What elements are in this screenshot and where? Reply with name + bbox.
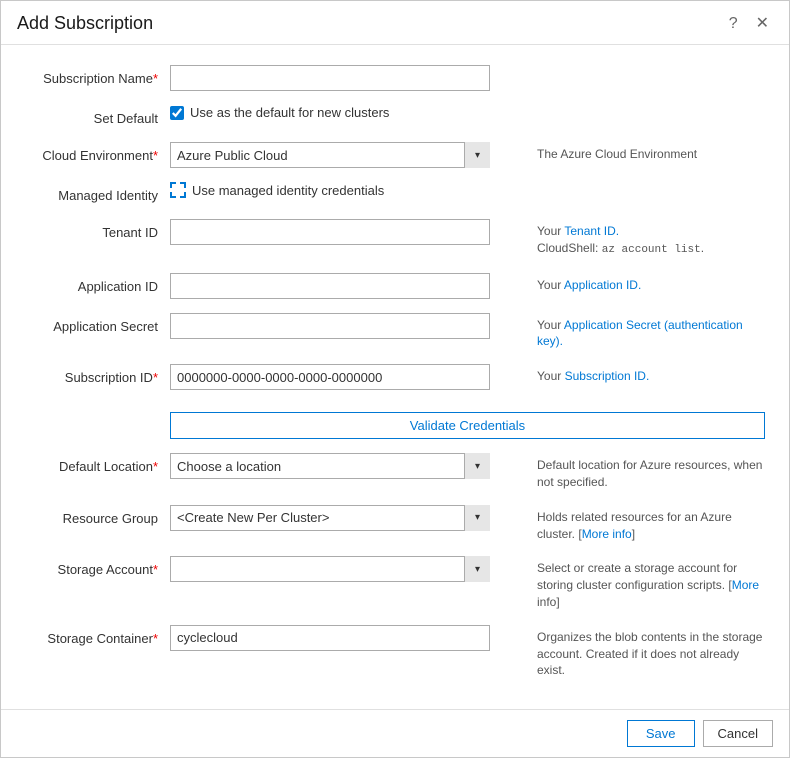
managed-identity-checkbox-label: Use managed identity credentials [192, 183, 384, 198]
subscription-name-row: Subscription Name* [25, 65, 765, 91]
dialog-body: Subscription Name* Set Default Use as th… [1, 45, 789, 709]
default-location-label: Default Location* [25, 453, 170, 476]
subscription-name-label: Subscription Name* [25, 65, 170, 88]
subscription-id-control [170, 364, 525, 390]
storage-account-control: ▾ [170, 556, 525, 582]
resource-group-select-wrapper: <Create New Per Cluster> ▾ [170, 505, 490, 531]
validate-credentials-row: Validate Credentials [25, 404, 765, 439]
storage-container-input[interactable] [170, 625, 490, 651]
tenant-id-input[interactable] [170, 219, 490, 245]
resource-group-hint-link[interactable]: More info [582, 527, 632, 541]
default-location-control: Choose a location East US West US North … [170, 453, 525, 479]
storage-container-hint: Organizes the blob contents in the stora… [525, 625, 765, 679]
application-secret-label: Application Secret [25, 313, 170, 336]
application-id-input[interactable] [170, 273, 490, 299]
storage-account-hint: Select or create a storage account for s… [525, 556, 765, 610]
managed-identity-control: Use managed identity credentials [170, 182, 765, 198]
cloud-environment-row: Cloud Environment* Azure Public Cloud Az… [25, 142, 765, 168]
application-secret-hint: Your Application Secret (authentication … [525, 313, 765, 351]
tenant-id-hint: Your Tenant ID. CloudShell: az account l… [525, 219, 765, 258]
validate-credentials-button[interactable]: Validate Credentials [170, 412, 765, 439]
storage-account-select-wrapper: ▾ [170, 556, 490, 582]
storage-container-label: Storage Container* [25, 625, 170, 648]
tenant-id-control [170, 219, 525, 245]
dialog-titlebar: Add Subscription ? ✕ [1, 1, 789, 45]
application-id-label: Application ID [25, 273, 170, 296]
cloud-environment-hint: The Azure Cloud Environment [525, 142, 765, 163]
cloud-environment-control: Azure Public Cloud Azure China Cloud Azu… [170, 142, 525, 168]
storage-account-label: Storage Account* [25, 556, 170, 579]
application-secret-hint-link[interactable]: Application Secret (authentication key). [537, 318, 743, 349]
managed-identity-row: Managed Identity Use managed identity cr… [25, 182, 765, 205]
resource-group-select[interactable]: <Create New Per Cluster> [170, 505, 490, 531]
resource-group-hint: Holds related resources for an Azure clu… [525, 505, 765, 543]
application-secret-control [170, 313, 525, 339]
application-id-control [170, 273, 525, 299]
resource-group-control: <Create New Per Cluster> ▾ [170, 505, 525, 531]
subscription-id-label: Subscription ID* [25, 364, 170, 387]
application-id-hint-link[interactable]: Application ID. [564, 278, 641, 292]
set-default-row: Set Default Use as the default for new c… [25, 105, 765, 128]
set-default-checkbox-label: Use as the default for new clusters [190, 105, 389, 120]
managed-identity-checkbox-row: Use managed identity credentials [170, 182, 765, 198]
subscription-name-control [170, 65, 765, 91]
storage-account-select[interactable] [170, 556, 490, 582]
set-default-label: Set Default [25, 105, 170, 128]
managed-identity-label: Managed Identity [25, 182, 170, 205]
cloud-environment-label: Cloud Environment* [25, 142, 170, 165]
tenant-id-hint-link[interactable]: Tenant ID. [564, 224, 619, 238]
dialog-controls: ? ✕ [725, 14, 773, 34]
storage-account-row: Storage Account* ▾ Select or create a st… [25, 556, 765, 610]
subscription-name-input[interactable] [170, 65, 490, 91]
resource-group-label: Resource Group [25, 505, 170, 528]
resource-group-row: Resource Group <Create New Per Cluster> … [25, 505, 765, 543]
tenant-id-label: Tenant ID [25, 219, 170, 242]
dialog-footer: Save Cancel [1, 709, 789, 757]
subscription-id-row: Subscription ID* Your Subscription ID. [25, 364, 765, 390]
cancel-button[interactable]: Cancel [703, 720, 773, 747]
save-button[interactable]: Save [627, 720, 695, 747]
cloud-environment-select[interactable]: Azure Public Cloud Azure China Cloud Azu… [170, 142, 490, 168]
dialog-title: Add Subscription [17, 13, 153, 34]
managed-identity-checkbox[interactable] [170, 182, 186, 198]
help-button[interactable]: ? [725, 14, 742, 34]
application-id-row: Application ID Your Application ID. [25, 273, 765, 299]
default-location-hint: Default location for Azure resources, wh… [525, 453, 765, 491]
application-secret-input[interactable] [170, 313, 490, 339]
tenant-id-row: Tenant ID Your Tenant ID. CloudShell: az… [25, 219, 765, 258]
storage-container-row: Storage Container* Organizes the blob co… [25, 625, 765, 679]
subscription-id-hint: Your Subscription ID. [525, 364, 765, 385]
close-button[interactable]: ✕ [752, 14, 773, 34]
application-secret-row: Application Secret Your Application Secr… [25, 313, 765, 351]
default-location-select[interactable]: Choose a location East US West US North … [170, 453, 490, 479]
cloud-environment-select-wrapper: Azure Public Cloud Azure China Cloud Azu… [170, 142, 490, 168]
subscription-id-input[interactable] [170, 364, 490, 390]
storage-account-hint-link[interactable]: More [732, 578, 759, 592]
set-default-control: Use as the default for new clusters [170, 105, 765, 120]
set-default-checkbox-row: Use as the default for new clusters [170, 105, 765, 120]
subscription-id-hint-link[interactable]: Subscription ID. [565, 369, 650, 383]
add-subscription-dialog: Add Subscription ? ✕ Subscription Name* … [0, 0, 790, 758]
default-location-row: Default Location* Choose a location East… [25, 453, 765, 491]
default-location-select-wrapper: Choose a location East US West US North … [170, 453, 490, 479]
set-default-checkbox[interactable] [170, 106, 184, 120]
application-id-hint: Your Application ID. [525, 273, 765, 294]
storage-container-control [170, 625, 525, 651]
